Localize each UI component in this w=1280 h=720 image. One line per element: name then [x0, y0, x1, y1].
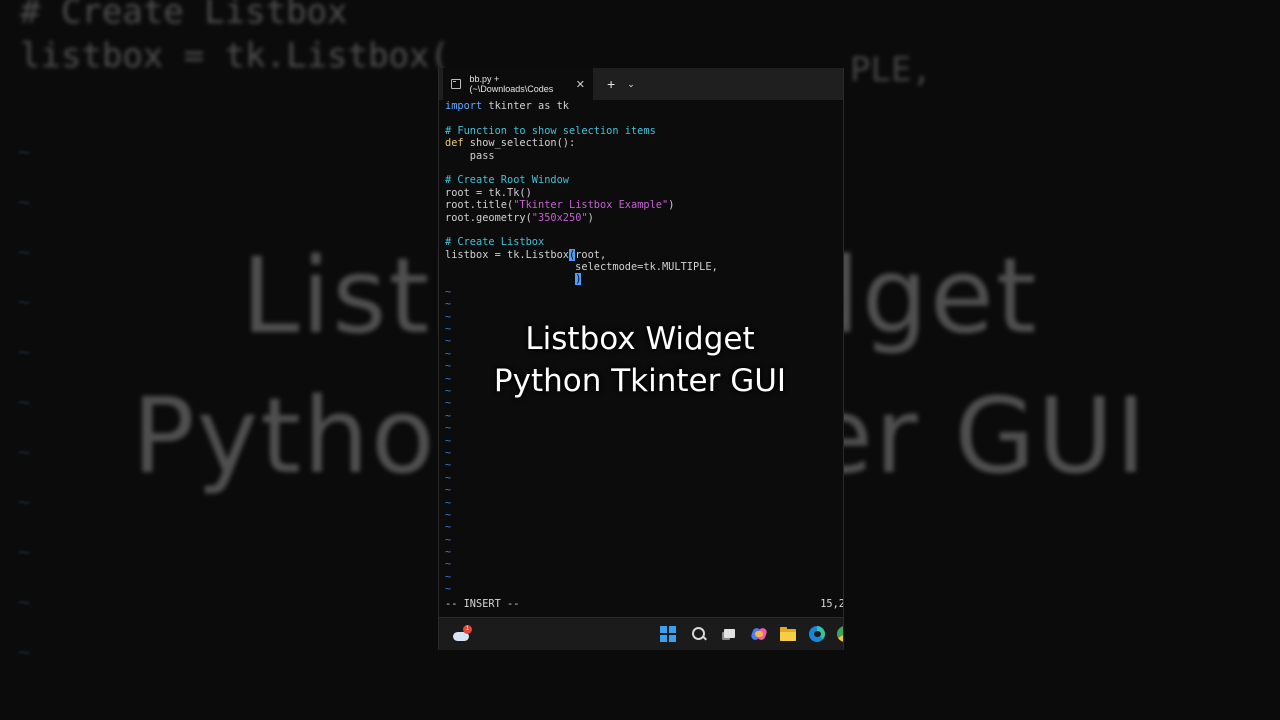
background-right-text: PLE,: [850, 50, 932, 90]
empty-line-tilde: ~: [445, 446, 452, 459]
cursor: (: [569, 248, 576, 261]
copilot-icon[interactable]: [750, 626, 768, 642]
chevron-down-icon[interactable]: ⌄: [627, 79, 635, 90]
mode-indicator: -- INSERT --: [445, 598, 520, 610]
tab-bb-py[interactable]: bb.py + (~\Downloads\Codes ✕: [443, 68, 593, 100]
cursor-position: 15,2: [820, 598, 844, 610]
background-code-line-1: # Create Listbox: [20, 0, 348, 32]
background-code-line-2: listbox = tk.Listbox(: [20, 36, 450, 76]
empty-line-tilde: ~: [445, 570, 452, 583]
empty-line-tilde: ~: [445, 298, 452, 311]
code-line: # Create Root Window: [445, 174, 569, 187]
code-line: listbox = tk.Listbox(root,: [445, 248, 607, 261]
code-line: root = tk.Tk(): [445, 186, 532, 199]
taskbar: 1: [439, 617, 843, 650]
windows-start-icon[interactable]: [660, 626, 676, 642]
empty-line-tilde: ~: [445, 583, 452, 596]
code-line: root.title("Tkinter Listbox Example"): [445, 199, 675, 212]
search-icon[interactable]: [691, 626, 707, 642]
tab-bar: bb.py + (~\Downloads\Codes ✕ + ⌄: [439, 68, 843, 100]
task-view-icon[interactable]: [722, 626, 738, 642]
edge-icon[interactable]: [809, 626, 825, 642]
empty-line-tilde: ~: [445, 471, 452, 484]
code-line: root.geometry("350x250"): [445, 211, 594, 224]
terminal-icon: [451, 79, 462, 89]
overlay-title-line1: Listbox Widget: [525, 321, 755, 357]
new-tab-button[interactable]: +: [607, 76, 615, 92]
empty-line-tilde: ~: [445, 521, 452, 534]
background-code: # Create Listbox listbox = tk.Listbox(: [20, 0, 450, 78]
empty-line-tilde: ~: [445, 434, 452, 447]
overlay-title-line2: Python Tkinter GUI: [493, 363, 787, 399]
file-explorer-icon[interactable]: [780, 626, 796, 642]
notification-badge: 1: [463, 625, 472, 634]
empty-line-tilde: ~: [445, 546, 452, 559]
empty-line-tilde: ~: [445, 508, 452, 521]
empty-line-tilde: ~: [445, 496, 452, 509]
weather-icon[interactable]: 1: [453, 625, 472, 642]
empty-line-tilde: ~: [445, 459, 452, 472]
cursor: ): [575, 273, 582, 286]
code-line: # Create Listbox: [445, 236, 545, 249]
empty-line-tilde: ~: [445, 409, 452, 422]
close-icon[interactable]: ✕: [576, 78, 585, 91]
code-line: pass: [445, 149, 495, 162]
code-line: ): [445, 273, 843, 286]
empty-line-tilde: ~: [445, 285, 452, 298]
chrome-icon[interactable]: [837, 626, 843, 642]
code-line: selectmode=tk.MULTIPLE,: [445, 261, 718, 274]
empty-line-tilde: ~: [445, 533, 452, 546]
code-line: # Function to show selection items: [445, 124, 656, 137]
code-line: def show_selection():: [445, 137, 576, 150]
empty-line-tilde: ~: [445, 484, 452, 497]
code-line: import tkinter as tk: [445, 100, 569, 112]
empty-line-tilde: ~: [445, 558, 452, 571]
tab-title: bb.py + (~\Downloads\Codes: [469, 74, 554, 94]
empty-line-tilde: ~: [445, 422, 452, 435]
